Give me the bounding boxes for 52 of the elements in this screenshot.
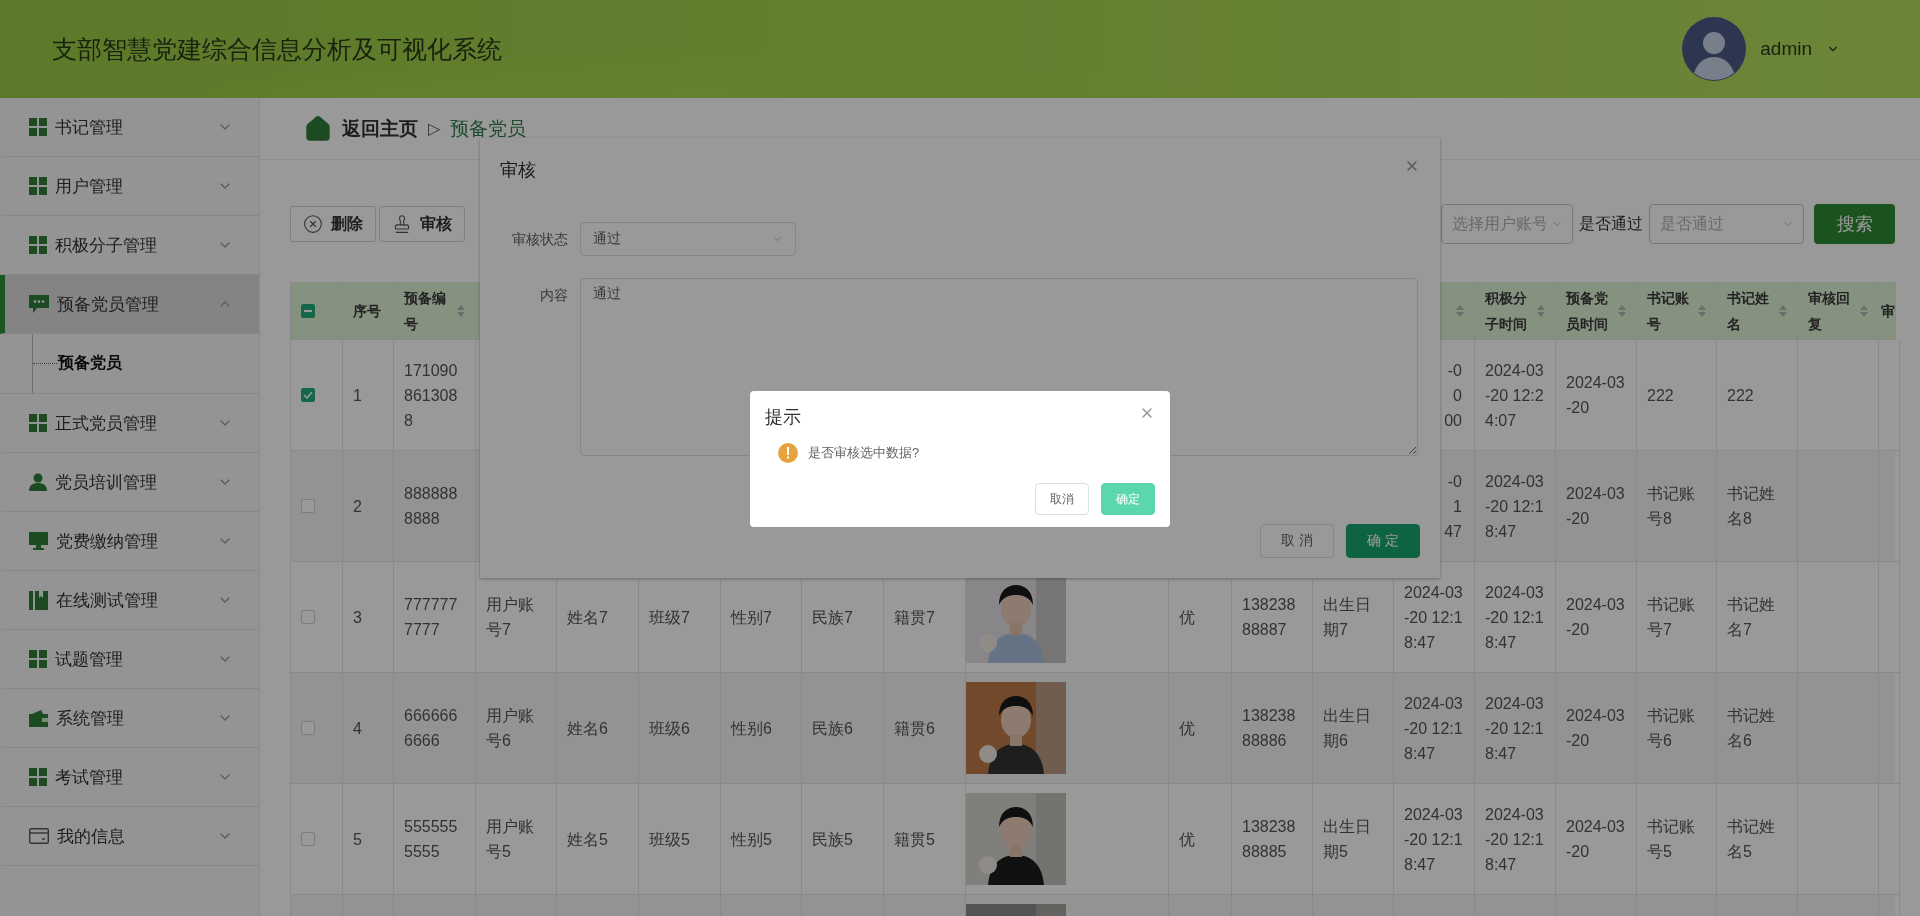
- card-icon: [29, 828, 49, 844]
- field-label: 审核状态: [511, 230, 568, 249]
- checkbox[interactable]: [301, 499, 315, 513]
- column-header: 积极分子时间: [1485, 288, 1528, 334]
- grid-icon: [29, 236, 47, 254]
- grid-icon: [29, 118, 47, 136]
- close-circle-icon: [303, 214, 323, 234]
- search-button[interactable]: 搜索: [1814, 204, 1895, 244]
- dialog-title: 审核: [500, 159, 536, 182]
- grid-icon: [29, 650, 47, 668]
- column-header: 预备编号: [404, 288, 447, 334]
- stamp-icon: [392, 214, 412, 234]
- audit-button[interactable]: 审核: [379, 206, 465, 242]
- column-header: 书记姓名: [1727, 288, 1770, 334]
- filter-label: 是否通过: [1579, 213, 1643, 234]
- column-header: 审核回复: [1808, 288, 1851, 334]
- book-icon: [29, 590, 48, 610]
- wallet-icon: [29, 709, 48, 727]
- grid-icon: [29, 414, 47, 432]
- cancel-button[interactable]: 取消: [1035, 483, 1089, 515]
- home-icon: [304, 114, 332, 143]
- breadcrumb-current: 预备党员: [450, 116, 527, 141]
- checkbox[interactable]: [301, 832, 315, 846]
- user-menu[interactable]: admin: [1760, 38, 1812, 60]
- monitor-icon: [29, 532, 48, 550]
- checkbox[interactable]: [301, 721, 315, 735]
- column-header: 书记账号: [1647, 288, 1690, 334]
- sidebar-item[interactable]: 预备党员管理: [0, 275, 259, 334]
- check-icon: [303, 391, 313, 399]
- home-link[interactable]: 返回主页: [342, 115, 418, 142]
- grid-icon: [29, 768, 47, 786]
- checkbox[interactable]: [301, 303, 315, 318]
- checkbox[interactable]: [301, 610, 315, 624]
- minus-icon: [304, 309, 312, 312]
- select-field[interactable]: 通过: [580, 222, 796, 256]
- column-header: 审: [1881, 301, 1895, 321]
- delete-button[interactable]: 删除: [290, 206, 376, 242]
- dialog-title: 提示: [765, 406, 801, 429]
- sidebar-subitem[interactable]: 预备党员: [0, 334, 259, 394]
- tree-line: [32, 334, 58, 393]
- person-icon: [29, 473, 47, 491]
- grid-icon: [29, 177, 47, 195]
- app-title: 支部智慧党建综合信息分析及可视化系统: [52, 33, 502, 65]
- avatar: [1682, 17, 1747, 81]
- breadcrumb-separator: ▷: [428, 119, 441, 138]
- warning-icon: [778, 443, 798, 463]
- column-header: 序号: [353, 301, 382, 321]
- field-label: 内容: [539, 286, 568, 305]
- column-header: 预备党员时间: [1566, 288, 1609, 334]
- checkbox[interactable]: [301, 388, 315, 402]
- chat-icon: [29, 295, 49, 313]
- cancel-button[interactable]: 取 消: [1260, 524, 1335, 558]
